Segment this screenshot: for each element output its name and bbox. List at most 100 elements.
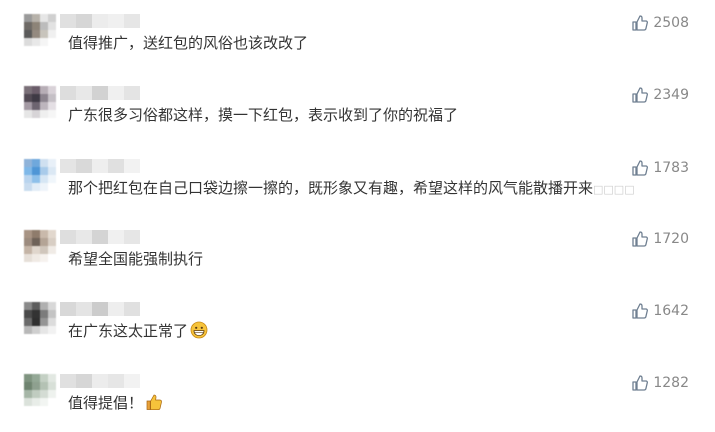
username-mosaic-block xyxy=(92,14,108,28)
avatar-mosaic-block xyxy=(24,318,32,326)
thumbs-up-outline-icon xyxy=(632,231,649,247)
comment-text-body: 在广东这太正常了 xyxy=(68,322,189,340)
avatar-mosaic-block xyxy=(24,14,32,22)
username-blurred[interactable] xyxy=(60,159,140,173)
username-blurred[interactable] xyxy=(60,374,140,388)
avatar-mosaic-block xyxy=(40,110,48,118)
avatar-mosaic-block xyxy=(32,94,40,102)
username-mosaic-block xyxy=(124,230,140,244)
username-mosaic-block xyxy=(124,86,140,100)
avatar-mosaic-block xyxy=(40,238,48,246)
avatar-mosaic-block xyxy=(48,246,56,254)
avatar-mosaic-block xyxy=(40,38,48,46)
avatar[interactable] xyxy=(24,302,56,334)
like-count: 1642 xyxy=(653,303,689,319)
avatar-mosaic-block xyxy=(40,102,48,110)
like-count: 2349 xyxy=(653,87,689,103)
avatar-mosaic-block xyxy=(48,374,56,382)
avatar-mosaic-block xyxy=(40,398,48,406)
avatar-mosaic-block xyxy=(48,398,56,406)
avatar-mosaic-block xyxy=(32,382,40,390)
avatar-mosaic-block xyxy=(40,86,48,94)
avatar-mosaic-block xyxy=(32,14,40,22)
username-blurred[interactable] xyxy=(60,302,140,316)
comment-text: 值得提倡！ xyxy=(68,393,163,413)
comment-text: 那个把红包在自己口袋边擦一擦的，既形象又有趣，希望这样的风气能散播开来□□□□ xyxy=(68,178,635,200)
comment-item: 在广东这太正常了 1642 xyxy=(0,288,715,348)
comment-text: 希望全国能强制执行 xyxy=(68,249,203,269)
avatar[interactable] xyxy=(24,159,56,191)
username-mosaic-block xyxy=(92,159,108,173)
comment-item: 值得提倡！ 1282 xyxy=(0,360,715,420)
avatar-mosaic-block xyxy=(48,382,56,390)
avatar-mosaic-block xyxy=(48,230,56,238)
avatar-mosaic-block xyxy=(24,159,32,167)
avatar-mosaic-block xyxy=(40,22,48,30)
avatar-mosaic-block xyxy=(24,22,32,30)
like-count: 1282 xyxy=(653,375,689,391)
username-blurred[interactable] xyxy=(60,14,140,28)
comment-text: 在广东这太正常了 xyxy=(68,321,208,341)
avatar-mosaic-block xyxy=(32,302,40,310)
avatar-mosaic-block xyxy=(40,183,48,191)
like-count: 1720 xyxy=(653,231,689,247)
avatar-mosaic-block xyxy=(32,86,40,94)
avatar[interactable] xyxy=(24,86,56,118)
username-blurred[interactable] xyxy=(60,230,140,244)
avatar-mosaic-block xyxy=(32,167,40,175)
avatar-mosaic-block xyxy=(24,183,32,191)
avatar[interactable] xyxy=(24,14,56,46)
avatar-mosaic-block xyxy=(40,14,48,22)
like-count: 1783 xyxy=(653,160,689,176)
comment-text-body: 值得推广，送红包的风俗也该改改了 xyxy=(68,34,309,52)
avatar-mosaic-block xyxy=(32,310,40,318)
avatar-mosaic-block xyxy=(24,230,32,238)
thumbs-up-outline-icon xyxy=(632,303,649,319)
avatar-mosaic-block xyxy=(32,38,40,46)
username-mosaic-block xyxy=(60,302,76,316)
username-mosaic-block xyxy=(60,14,76,28)
username-mosaic-block xyxy=(76,14,92,28)
avatar-mosaic-block xyxy=(24,102,32,110)
username-blurred[interactable] xyxy=(60,86,140,100)
avatar-mosaic-block xyxy=(40,374,48,382)
avatar-mosaic-block xyxy=(32,175,40,183)
comment-text-body: 值得提倡！ xyxy=(68,394,144,412)
avatar-mosaic-block xyxy=(40,310,48,318)
avatar-mosaic-block xyxy=(40,246,48,254)
avatar-mosaic-block xyxy=(48,38,56,46)
avatar-mosaic-block xyxy=(48,175,56,183)
avatar-mosaic-block xyxy=(24,86,32,94)
thumbs-up-outline-icon xyxy=(632,160,649,176)
username-mosaic-block xyxy=(92,374,108,388)
like-button[interactable]: 2349 xyxy=(631,85,689,105)
like-button[interactable]: 2508 xyxy=(631,13,689,33)
avatar-mosaic-block xyxy=(24,38,32,46)
avatar-mosaic-block xyxy=(40,318,48,326)
avatar-mosaic-block xyxy=(32,30,40,38)
like-button[interactable]: 1720 xyxy=(631,229,689,249)
username-mosaic-block xyxy=(108,159,124,173)
like-button[interactable]: 1282 xyxy=(631,373,689,393)
avatar-mosaic-block xyxy=(32,159,40,167)
avatar-mosaic-block xyxy=(32,102,40,110)
avatar-mosaic-block xyxy=(32,238,40,246)
avatar-mosaic-block xyxy=(40,94,48,102)
username-mosaic-block xyxy=(76,374,92,388)
thumbs-up-emoji xyxy=(146,394,162,411)
avatar-mosaic-block xyxy=(48,167,56,175)
avatar-mosaic-block xyxy=(24,310,32,318)
username-mosaic-block xyxy=(124,159,140,173)
like-button[interactable]: 1783 xyxy=(631,158,689,178)
avatar-mosaic-block xyxy=(24,167,32,175)
username-mosaic-block xyxy=(60,159,76,173)
avatar-mosaic-block xyxy=(32,398,40,406)
avatar-mosaic-block xyxy=(48,310,56,318)
like-button[interactable]: 1642 xyxy=(631,301,689,321)
avatar[interactable] xyxy=(24,230,56,262)
avatar[interactable] xyxy=(24,374,56,406)
avatar-mosaic-block xyxy=(40,382,48,390)
avatar-mosaic-block xyxy=(48,159,56,167)
username-mosaic-block xyxy=(124,374,140,388)
avatar-mosaic-block xyxy=(48,94,56,102)
